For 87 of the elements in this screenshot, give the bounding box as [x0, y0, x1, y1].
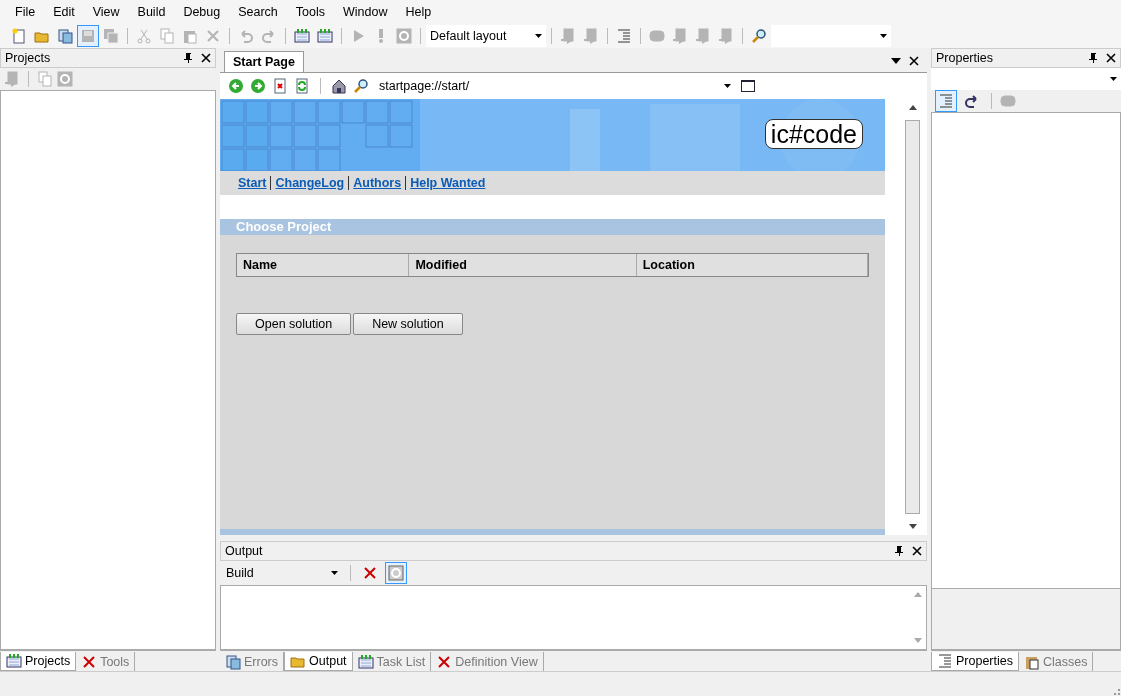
word-wrap-button[interactable]	[385, 562, 407, 584]
caret-icon	[535, 34, 542, 38]
menu-item[interactable]: Debug	[174, 3, 230, 21]
file-icon	[11, 28, 27, 44]
panel-title: Output	[225, 544, 264, 558]
scissors-icon	[136, 28, 152, 44]
panel-tab[interactable]: Properties	[931, 652, 1019, 671]
lines-icon	[937, 653, 953, 669]
column-header[interactable]: Location	[636, 254, 868, 276]
section-heading: Choose Project	[220, 219, 885, 235]
rounded-rect-icon	[649, 28, 665, 44]
panel-tab[interactable]: Output	[284, 652, 353, 671]
menu-item[interactable]: Tools	[286, 3, 334, 21]
panel-tab[interactable]: Tools	[76, 652, 136, 671]
pin-icon[interactable]	[183, 53, 193, 63]
caret-icon[interactable]	[891, 58, 901, 64]
menu-item[interactable]: Help	[396, 3, 441, 21]
scroll-down-icon[interactable]	[908, 524, 917, 529]
logo: ic#code	[764, 119, 863, 149]
x-icon	[362, 565, 378, 581]
column-header[interactable]: Name	[237, 254, 410, 276]
panel-tab[interactable]: Classes	[1019, 652, 1094, 671]
panel-tab[interactable]: Projects	[0, 652, 77, 671]
stop-icon[interactable]	[272, 78, 288, 94]
caret-icon	[880, 34, 887, 38]
pages-icon	[225, 653, 241, 670]
rounded-rect-icon	[1000, 93, 1016, 109]
menu-item[interactable]: Window	[334, 3, 397, 21]
clipboard-icon	[182, 28, 198, 44]
stop-icon	[57, 71, 73, 87]
home-icon[interactable]	[331, 78, 347, 94]
menu-item[interactable]: View	[83, 3, 129, 21]
close-icon[interactable]	[201, 53, 211, 63]
scroll-up-icon[interactable]	[908, 105, 917, 110]
solution-button[interactable]: Open solution	[236, 313, 352, 335]
copy-icon	[37, 71, 53, 87]
copy-icon	[159, 28, 175, 44]
solution-button[interactable]: New solution	[353, 313, 463, 335]
column-header[interactable]: Modified	[409, 254, 637, 276]
redo-icon	[261, 28, 277, 44]
menu-item[interactable]: Search	[229, 3, 287, 21]
window-icon[interactable]	[741, 80, 755, 92]
undo-icon	[238, 28, 254, 44]
forward-icon[interactable]	[250, 78, 266, 94]
menu-item[interactable]: Edit	[44, 3, 84, 21]
back-icon[interactable]	[228, 78, 244, 94]
menu-item[interactable]: File	[6, 3, 45, 21]
caret-icon	[1110, 77, 1117, 81]
grid-icon	[6, 653, 22, 669]
nav-link[interactable]: ChangeLog	[271, 176, 350, 190]
output-text-area[interactable]	[220, 585, 927, 650]
nav-link[interactable]: Help Wanted	[406, 176, 490, 190]
pin-icon[interactable]	[1088, 53, 1098, 63]
nav-link[interactable]: Authors	[349, 176, 407, 190]
floppy-icon	[80, 28, 96, 44]
panel-title: Properties	[936, 51, 994, 65]
search-icon	[751, 28, 767, 44]
nav-link[interactable]: Start	[234, 176, 272, 190]
grid-icon	[294, 28, 310, 44]
floppies-icon	[103, 28, 119, 44]
refresh-icon[interactable]	[294, 78, 310, 94]
x-icon	[205, 28, 221, 44]
pin-icon[interactable]	[894, 546, 904, 556]
layout-dropdown[interactable]: Default layout	[426, 25, 546, 47]
lines-icon	[938, 93, 954, 109]
redo-icon	[964, 93, 980, 109]
stop-icon	[396, 28, 412, 44]
close-icon[interactable]	[912, 546, 922, 556]
close-icon[interactable]	[909, 56, 919, 66]
panel-tab[interactable]: Errors	[220, 652, 285, 671]
caret-icon	[724, 84, 731, 88]
panel-tab[interactable]: Task List	[352, 652, 432, 671]
close-icon[interactable]	[1106, 53, 1116, 63]
menu-item[interactable]: Build	[128, 3, 175, 21]
lines-icon	[616, 28, 632, 44]
pages-icon	[57, 28, 73, 44]
panel-tab[interactable]: Definition View	[431, 652, 544, 671]
stop-icon	[388, 565, 404, 581]
x-icon	[436, 653, 453, 670]
grid-icon	[357, 653, 374, 670]
caret-icon	[331, 571, 338, 575]
panel-title: Projects	[5, 51, 52, 65]
grid-icon	[317, 28, 333, 44]
x-icon	[81, 653, 98, 670]
search-icon	[353, 78, 369, 94]
output-source-dropdown[interactable]: Build	[222, 562, 342, 584]
document-tab[interactable]: Start Page	[224, 51, 304, 72]
